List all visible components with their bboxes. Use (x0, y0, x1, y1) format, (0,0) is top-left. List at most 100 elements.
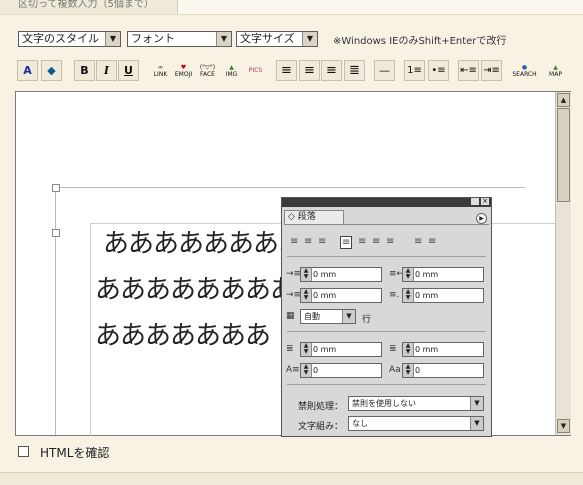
section-divider (287, 331, 486, 332)
stepper-icon[interactable]: ▲ ▼ (301, 343, 312, 356)
stepper-icon[interactable]: ▲ ▼ (301, 268, 312, 281)
ordered-list-icon[interactable]: 1≡ (404, 60, 425, 81)
frame-handle[interactable] (52, 184, 60, 192)
html-check-checkbox[interactable] (18, 446, 29, 457)
mojikumi-select[interactable]: なし ▼ (348, 416, 484, 431)
kinsoku-select[interactable]: 禁則を使用しない ▼ (348, 396, 484, 411)
stepper-icon[interactable]: ▲ ▼ (301, 364, 312, 377)
justify-right-icon[interactable]: ≡ (372, 236, 380, 247)
justify-all-icon[interactable]: ≡ (386, 236, 394, 247)
drop-cap-chars-icon: Aa (389, 365, 401, 375)
style-select[interactable]: 文字のスタイル ▼ (18, 31, 121, 47)
stepper-icon[interactable]: ▲ ▼ (403, 364, 414, 377)
right-indent-value: 0 mm (415, 270, 439, 279)
first-line-indent-icon: →≡ (286, 290, 302, 300)
stepper-icon[interactable]: ▲ ▼ (403, 268, 414, 281)
bg-color-icon[interactable]: ◆ (41, 60, 62, 81)
left-indent-input[interactable]: ▲ ▼ 0 mm (300, 267, 382, 282)
align-towards-spine-icon[interactable]: ≡ (414, 236, 422, 247)
left-indent-icon: →≡ (286, 269, 302, 279)
italic-button[interactable]: I (96, 60, 117, 81)
drop-cap-chars-input[interactable]: ▲ ▼ 0 (402, 363, 484, 378)
kinsoku-select-value: 禁則を使用しない (352, 399, 416, 408)
align-right-icon[interactable]: ≡ (318, 236, 326, 247)
stepper-icon[interactable]: ▲ ▼ (403, 289, 414, 302)
chevron-down-icon: ▼ (105, 32, 120, 46)
space-after-input[interactable]: ▲ ▼ 0 mm (402, 342, 484, 357)
frame-guide-line (55, 187, 525, 188)
line-unit-label: 行 (362, 315, 372, 325)
drop-cap-lines-input[interactable]: ▲ ▼ 0 (300, 363, 382, 378)
chevron-down-icon: ▼ (342, 310, 355, 323)
auto-select[interactable]: 自動 ▼ (300, 309, 356, 324)
frame-handle[interactable] (52, 229, 60, 237)
editor-scrollbar[interactable]: ▲ ▼ (555, 92, 571, 435)
align-away-spine-icon[interactable]: ≡ (428, 236, 436, 247)
search-icon: ● (521, 63, 528, 71)
drop-cap-lines-icon: A≡ (286, 365, 300, 375)
align-justify-icon[interactable]: ≣ (344, 60, 365, 81)
map-button[interactable]: ▲ MAP (545, 60, 566, 81)
close-icon[interactable]: × (481, 198, 489, 205)
chevron-down-icon: ▼ (470, 417, 483, 430)
indent-icon[interactable]: ⇥≡ (481, 60, 502, 81)
search-button[interactable]: ● SEARCH (512, 60, 537, 81)
justify-left-icon[interactable]: ≡ (340, 236, 353, 249)
align-right-icon[interactable]: ≡ (321, 60, 342, 81)
scroll-thumb[interactable] (557, 108, 570, 202)
align-left-icon[interactable]: ≡ (276, 60, 297, 81)
stepper-icon[interactable]: ▲ ▼ (403, 343, 414, 356)
img-button[interactable]: ▲ IMG (221, 60, 242, 81)
editor-line: ああああああああ (95, 275, 296, 305)
minimize-icon[interactable] (471, 198, 479, 205)
tab-paragraph[interactable]: ◇ 段落 (284, 210, 344, 224)
align-center-icon[interactable]: ≡ (304, 236, 312, 247)
emoji-button[interactable]: ♥ EMOJI (173, 60, 194, 81)
bottom-strip (0, 472, 583, 485)
mojikumi-select-value: なし (352, 419, 368, 428)
link-button[interactable]: ∞ LINK (150, 60, 171, 81)
section-divider (287, 256, 486, 257)
space-before-icon: ≣ (286, 344, 294, 354)
align-center-icon[interactable]: ≡ (299, 60, 320, 81)
left-indent-value: 0 mm (313, 270, 337, 279)
unordered-list-icon[interactable]: •≡ (428, 60, 449, 81)
horizontal-rule-button[interactable]: — (374, 60, 395, 81)
drop-cap-chars-value: 0 (415, 366, 421, 375)
frame-guide-line (55, 187, 56, 435)
justify-center-icon[interactable]: ≡ (358, 236, 366, 247)
search-label: SEARCH (512, 70, 537, 78)
mojikumi-label: 文字組み： (298, 422, 344, 432)
first-line-indent-value: 0 mm (313, 291, 337, 300)
underline-button[interactable]: U (118, 60, 139, 81)
scroll-down-icon[interactable]: ▼ (557, 419, 570, 433)
panel-menu-icon[interactable]: ▶ (476, 213, 487, 224)
tab-paragraph-label: 段落 (297, 212, 316, 222)
map-icon: ▲ (553, 63, 558, 71)
editor-line: あああああああ (95, 321, 271, 351)
align-left-icon[interactable]: ≡ (290, 236, 298, 247)
face-label: FACE (200, 70, 215, 78)
last-line-indent-input[interactable]: ▲ ▼ 0 mm (402, 288, 484, 303)
first-line-indent-input[interactable]: ▲ ▼ 0 mm (300, 288, 382, 303)
outdent-icon[interactable]: ⇤≡ (458, 60, 479, 81)
pics-label: PICS (248, 67, 263, 74)
link-label: LINK (153, 70, 168, 78)
right-indent-input[interactable]: ▲ ▼ 0 mm (402, 267, 484, 282)
space-before-input[interactable]: ▲ ▼ 0 mm (300, 342, 382, 357)
pics-button[interactable]: PICS (245, 60, 266, 81)
font-color-icon[interactable]: A (17, 60, 38, 81)
size-select[interactable]: 文字サイズ ▼ (236, 31, 318, 47)
emoji-label: EMOJI (174, 70, 193, 78)
chevron-down-icon: ▼ (470, 397, 483, 410)
stepper-icon[interactable]: ▲ ▼ (301, 289, 312, 302)
bold-button[interactable]: B (74, 60, 95, 81)
font-select[interactable]: フォント ▼ (127, 31, 232, 47)
face-button[interactable]: (°▽°) FACE (197, 60, 218, 81)
html-check-label[interactable]: HTMLを確認 (40, 444, 109, 461)
scroll-up-icon[interactable]: ▲ (557, 93, 570, 107)
heart-icon: ♥ (180, 63, 187, 71)
shift-enter-note: ※Windows IEのみShift+Enterで改行 (333, 36, 507, 47)
last-line-indent-icon: ≡. (389, 290, 400, 300)
space-after-icon: ≣ (389, 344, 397, 354)
